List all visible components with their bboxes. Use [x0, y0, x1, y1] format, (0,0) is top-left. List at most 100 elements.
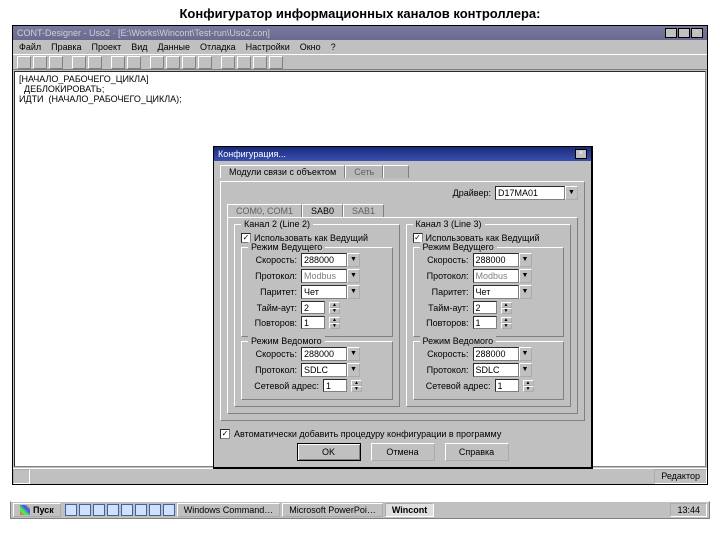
menu-edit[interactable]: Правка	[51, 42, 81, 52]
chevron-down-icon[interactable]: ▼	[347, 363, 360, 377]
status-mode: Редактор	[654, 469, 707, 484]
toolbar-button[interactable]	[127, 56, 141, 69]
driver-combo[interactable]: ▼	[495, 186, 578, 200]
ch2s-proto-input[interactable]	[301, 363, 347, 377]
toolbar-button[interactable]	[49, 56, 63, 69]
quicklaunch-icon[interactable]	[163, 504, 175, 516]
tab-sab1[interactable]: SAB1	[343, 204, 384, 217]
ch3-parity-combo[interactable]: ▼	[473, 285, 532, 299]
chevron-down-icon[interactable]: ▼	[347, 347, 360, 361]
ch2-speed-combo[interactable]: ▼	[301, 253, 360, 267]
quicklaunch-icon[interactable]	[79, 504, 91, 516]
ch3-timeout-input[interactable]	[473, 301, 497, 314]
tab-network[interactable]: Сеть	[345, 165, 383, 178]
toolbar-button[interactable]	[182, 56, 196, 69]
toolbar-button[interactable]	[33, 56, 47, 69]
ch2-netaddr-input[interactable]	[323, 379, 347, 392]
chevron-down-icon[interactable]: ▼	[519, 269, 532, 283]
ch3-retries-spinner[interactable]: ▲▼	[501, 317, 512, 329]
taskbar-item[interactable]: Microsoft PowerPoi…	[282, 503, 383, 517]
ch2-netaddr-spinner[interactable]: ▲▼	[351, 380, 362, 392]
ch2-timeout-input[interactable]	[301, 301, 325, 314]
ch2-proto-combo[interactable]: ▼	[301, 269, 360, 283]
dialog-close-button[interactable]: ×	[575, 149, 587, 159]
ch3-timeout-spinner[interactable]: ▲▼	[501, 302, 512, 314]
ok-button[interactable]: OK	[297, 443, 361, 461]
maximize-button[interactable]: ▢	[678, 28, 690, 38]
chevron-down-icon[interactable]: ▼	[565, 186, 578, 200]
toolbar-button[interactable]	[237, 56, 251, 69]
toolbar-button[interactable]	[72, 56, 86, 69]
ch3-parity-input[interactable]	[473, 285, 519, 299]
chevron-down-icon[interactable]: ▼	[347, 285, 360, 299]
ch3s-speed-combo[interactable]: ▼	[473, 347, 532, 361]
chevron-down-icon[interactable]: ▼	[519, 253, 532, 267]
toolbar-button[interactable]	[253, 56, 267, 69]
quicklaunch-icon[interactable]	[93, 504, 105, 516]
chevron-down-icon[interactable]: ▼	[347, 269, 360, 283]
menu-debug[interactable]: Отладка	[200, 42, 236, 52]
toolbar-button[interactable]	[111, 56, 125, 69]
auto-add-checkbox[interactable]: ✓	[220, 429, 230, 439]
chevron-down-icon[interactable]: ▼	[347, 253, 360, 267]
cancel-button[interactable]: Отмена	[371, 443, 435, 461]
taskbar-item-active[interactable]: Wincont	[385, 503, 434, 517]
ch3-proto-input[interactable]	[473, 269, 519, 283]
ch3-speed-input[interactable]	[473, 253, 519, 267]
ch2s-proto-combo[interactable]: ▼	[301, 363, 360, 377]
menu-settings[interactable]: Настройки	[246, 42, 290, 52]
ch3-speed-combo[interactable]: ▼	[473, 253, 532, 267]
start-button[interactable]: Пуск	[13, 503, 61, 517]
ch2-timeout-spinner[interactable]: ▲▼	[329, 302, 340, 314]
ch2-parity-input[interactable]	[301, 285, 347, 299]
ch3-proto-combo[interactable]: ▼	[473, 269, 532, 283]
toolbar-button[interactable]	[166, 56, 180, 69]
app-titlebar[interactable]: CONT-Designer - Uso2 · [E:\Works\Wincont…	[13, 26, 707, 40]
chevron-down-icon[interactable]: ▼	[519, 347, 532, 361]
ch2s-proto-label: Протокол:	[247, 365, 297, 375]
ch2s-speed-combo[interactable]: ▼	[301, 347, 360, 361]
ch3s-proto-input[interactable]	[473, 363, 519, 377]
toolbar-button[interactable]	[88, 56, 102, 69]
taskbar-clock[interactable]: 13:44	[670, 503, 707, 517]
menu-data[interactable]: Данные	[158, 42, 191, 52]
ch2-parity-combo[interactable]: ▼	[301, 285, 360, 299]
ch3-netaddr-input[interactable]	[495, 379, 519, 392]
tab-blank[interactable]	[383, 165, 409, 178]
ch3-netaddr-spinner[interactable]: ▲▼	[523, 380, 534, 392]
toolbar-button[interactable]	[269, 56, 283, 69]
quicklaunch-icon[interactable]	[135, 504, 147, 516]
ch2-speed-input[interactable]	[301, 253, 347, 267]
tab-com[interactable]: COM0, COM1	[227, 204, 302, 217]
ch2-proto-input[interactable]	[301, 269, 347, 283]
quicklaunch-icon[interactable]	[65, 504, 77, 516]
dialog-titlebar[interactable]: Конфигурация... ×	[214, 147, 591, 161]
driver-input[interactable]	[495, 186, 565, 200]
ch3s-proto-combo[interactable]: ▼	[473, 363, 532, 377]
chevron-down-icon[interactable]: ▼	[519, 285, 532, 299]
ch3s-speed-input[interactable]	[473, 347, 519, 361]
tab-sab0[interactable]: SAB0	[302, 204, 343, 217]
tab-modules[interactable]: Модули связи с объектом	[220, 165, 345, 178]
ch2-retries-spinner[interactable]: ▲▼	[329, 317, 340, 329]
toolbar-button[interactable]	[198, 56, 212, 69]
quicklaunch-icon[interactable]	[107, 504, 119, 516]
quicklaunch-icon[interactable]	[149, 504, 161, 516]
minimize-button[interactable]: _	[665, 28, 677, 38]
menu-project[interactable]: Проект	[92, 42, 122, 52]
toolbar-button[interactable]	[150, 56, 164, 69]
menu-view[interactable]: Вид	[131, 42, 147, 52]
chevron-down-icon[interactable]: ▼	[519, 363, 532, 377]
toolbar-button[interactable]	[17, 56, 31, 69]
help-button[interactable]: Справка	[445, 443, 509, 461]
menu-file[interactable]: Файл	[19, 42, 41, 52]
ch3-retries-input[interactable]	[473, 316, 497, 329]
taskbar-item[interactable]: Windows Command…	[177, 503, 281, 517]
ch2-retries-input[interactable]	[301, 316, 325, 329]
menu-window[interactable]: Окно	[300, 42, 321, 52]
ch2s-speed-input[interactable]	[301, 347, 347, 361]
toolbar-button[interactable]	[221, 56, 235, 69]
close-button[interactable]: ×	[691, 28, 703, 38]
menu-help[interactable]: ?	[331, 42, 336, 52]
quicklaunch-icon[interactable]	[121, 504, 133, 516]
